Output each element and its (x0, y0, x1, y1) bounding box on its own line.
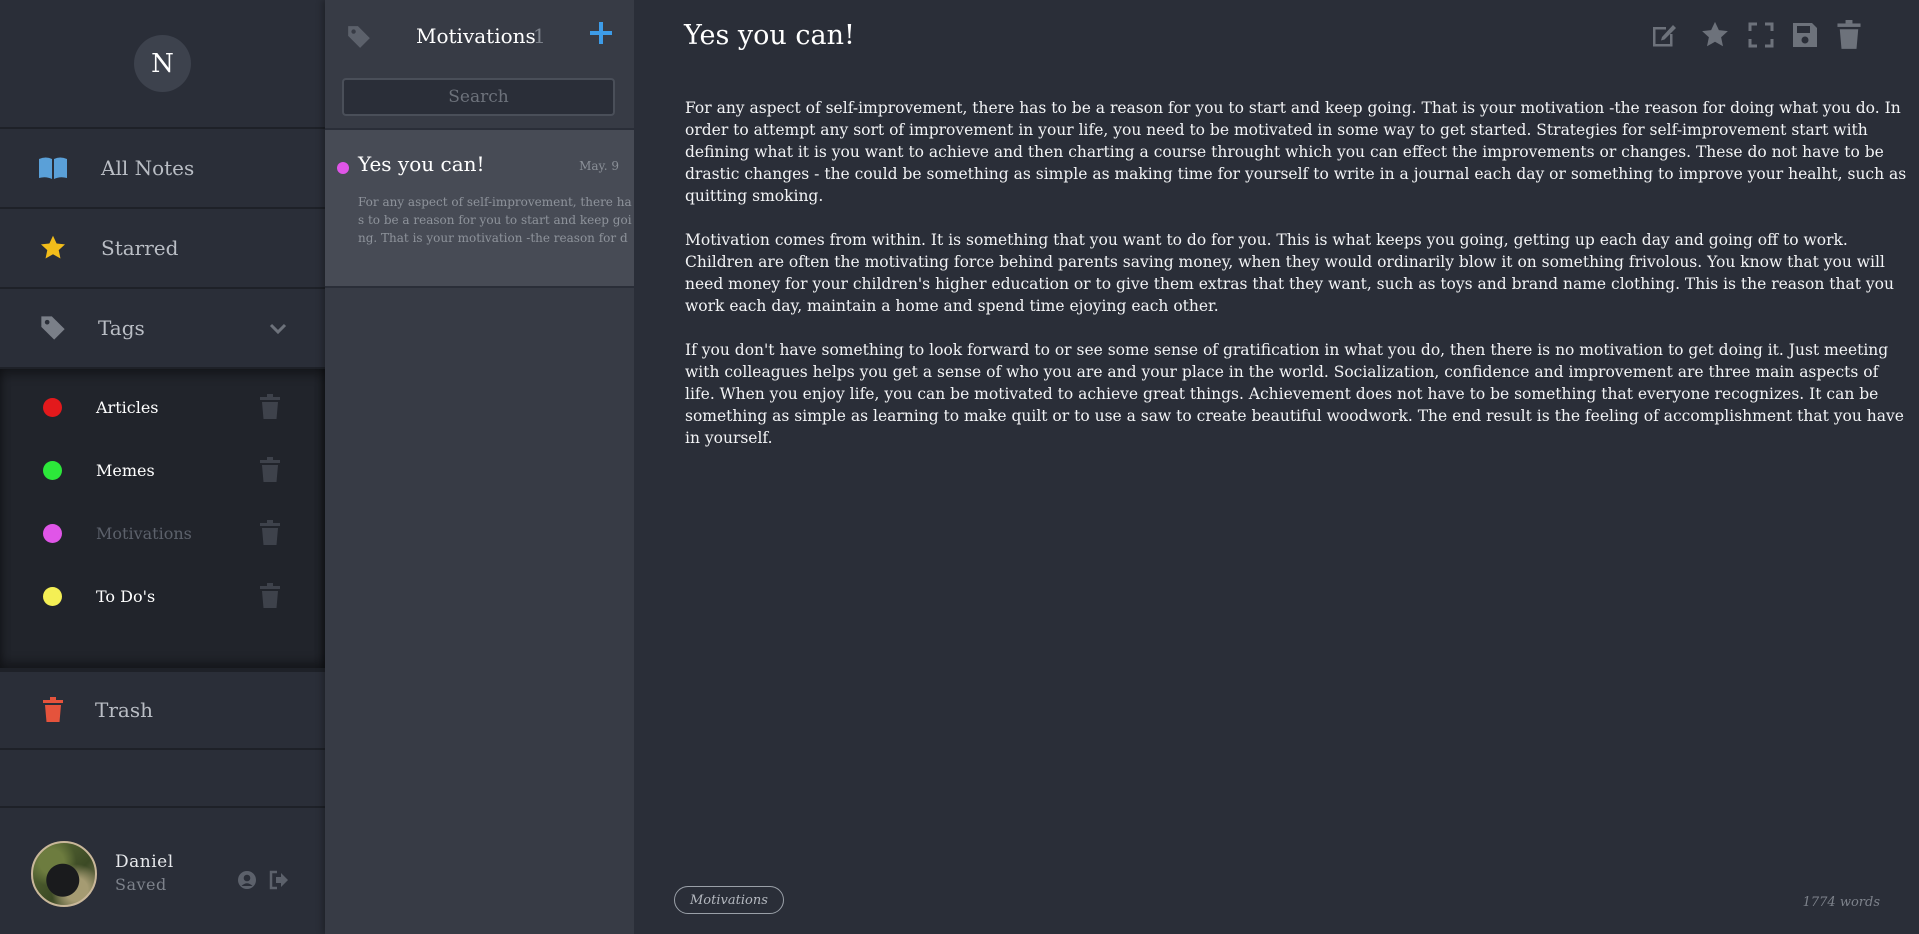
note-paragraph: Motivation comes from within. It is some… (685, 231, 1894, 315)
notes-list-header: Motivations 1 (325, 0, 634, 72)
note-preview: For any aspect of self-improvement, ther… (358, 195, 632, 250)
user-panel: Daniel Saved (0, 806, 325, 934)
note-date: May. 9 (579, 159, 619, 173)
tag-icon (346, 24, 372, 50)
trash-icon[interactable] (259, 520, 281, 546)
tag-label: Memes (96, 460, 155, 480)
logout-icon[interactable] (269, 870, 289, 890)
note-tag-chip[interactable]: Motivations (674, 886, 784, 914)
tag-color-dot (43, 460, 62, 480)
tag-item-motivations[interactable]: Motivations (0, 513, 325, 553)
tag-label: To Do's (96, 586, 156, 606)
tag-color-dot (43, 397, 62, 417)
app-logo[interactable]: N (134, 35, 191, 92)
note-paragraph: For any aspect of self-improvement, ther… (685, 99, 1907, 205)
save-status: Saved (115, 875, 167, 894)
book-icon (37, 152, 69, 184)
nav-tags-label: Tags (98, 316, 145, 340)
tag-list: Articles Memes Motivations To Do's (0, 369, 325, 670)
editor-panel: Yes you can! For any aspect of self-impr… (634, 0, 1919, 934)
fullscreen-icon[interactable] (1746, 20, 1776, 50)
save-icon[interactable] (1790, 20, 1820, 50)
nav-trash-label: Trash (95, 698, 153, 722)
notes-list-title: Motivations (416, 24, 536, 48)
trash-icon[interactable] (259, 394, 281, 420)
avatar[interactable] (31, 841, 97, 907)
star-icon (37, 232, 69, 264)
user-name: Daniel (115, 852, 174, 872)
nav-all-notes-label: All Notes (101, 156, 195, 180)
note-tag-dot (337, 162, 349, 174)
account-icon[interactable] (237, 870, 257, 890)
note-title-heading[interactable]: Yes you can! (684, 20, 855, 51)
tag-color-dot (43, 586, 62, 606)
nav-starred-label: Starred (101, 236, 179, 260)
nav-all-notes[interactable]: All Notes (0, 129, 325, 209)
logo-area: N (0, 0, 325, 129)
note-title: Yes you can! (358, 152, 485, 176)
note-body[interactable]: For any aspect of self-improvement, ther… (685, 97, 1909, 471)
search-input[interactable] (342, 78, 615, 116)
notes-list-panel: Motivations 1 Yes you can! May. 9 For an… (325, 0, 634, 934)
edit-icon[interactable] (1649, 20, 1679, 50)
tag-item-memes[interactable]: Memes (0, 450, 325, 490)
star-icon[interactable] (1700, 20, 1730, 50)
trash-icon[interactable] (259, 583, 281, 609)
trash-icon[interactable] (259, 457, 281, 483)
trash-icon (37, 694, 69, 726)
nav-trash[interactable]: Trash (0, 670, 325, 750)
tag-label: Motivations (96, 523, 192, 543)
tag-item-articles[interactable]: Articles (0, 387, 325, 427)
chevron-down-icon[interactable] (268, 321, 288, 335)
sidebar: N All Notes Starred Tags Articles Memes (0, 0, 325, 934)
add-note-icon[interactable] (588, 20, 614, 46)
word-count: 1774 words (1802, 895, 1880, 910)
tag-item-todos[interactable]: To Do's (0, 576, 325, 616)
note-paragraph: If you don't have something to look forw… (685, 341, 1904, 447)
tag-color-dot (43, 523, 62, 543)
tag-icon (37, 312, 69, 344)
trash-icon[interactable] (1836, 20, 1866, 50)
nav-tags[interactable]: Tags (0, 289, 325, 369)
notes-count: 1 (533, 24, 546, 48)
note-list-item[interactable]: Yes you can! May. 9 For any aspect of se… (325, 130, 634, 288)
tag-label: Articles (96, 397, 159, 417)
nav-starred[interactable]: Starred (0, 209, 325, 289)
